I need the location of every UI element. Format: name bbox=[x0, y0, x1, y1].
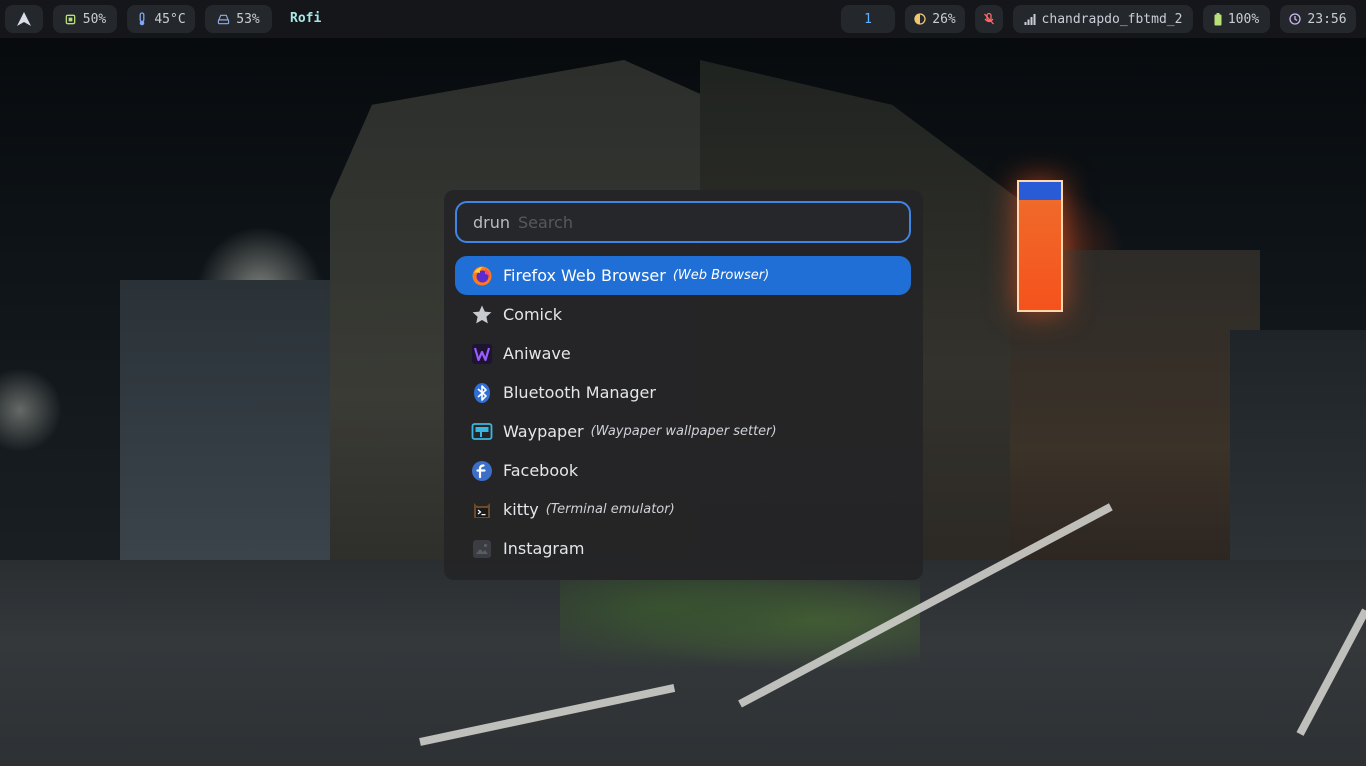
microphone-muted-icon bbox=[983, 12, 995, 26]
workspace-indicator[interactable]: 1 bbox=[841, 5, 895, 33]
wallpaper-building bbox=[1230, 330, 1366, 560]
brightness-value: 26% bbox=[932, 11, 956, 27]
star-icon bbox=[471, 304, 493, 326]
app-item-facebook[interactable]: Facebook bbox=[455, 451, 911, 490]
brightness-icon bbox=[914, 13, 926, 25]
fedora-icon bbox=[471, 460, 493, 482]
app-item-label: Waypaper bbox=[503, 422, 584, 441]
app-item-description: (Terminal emulator) bbox=[545, 502, 675, 517]
temperature-value: 45°C bbox=[154, 11, 186, 27]
battery-full-icon bbox=[1214, 12, 1222, 26]
arch-logo-icon bbox=[16, 11, 32, 27]
search-input[interactable] bbox=[518, 212, 909, 232]
wallpaper-neon-sign bbox=[1017, 180, 1063, 312]
app-item-label: Comick bbox=[503, 305, 563, 324]
temperature-widget[interactable]: 45°C bbox=[127, 5, 195, 33]
signal-bars-icon bbox=[1024, 13, 1036, 25]
app-list: Firefox Web Browser (Web Browser) Comick… bbox=[455, 256, 911, 568]
clock-icon bbox=[1289, 13, 1302, 25]
disk-usage: 53% bbox=[236, 11, 260, 27]
search-bar[interactable]: drun bbox=[455, 201, 911, 243]
waypaper-icon bbox=[471, 421, 493, 443]
launcher-button[interactable] bbox=[5, 5, 43, 33]
app-item-label: Instagram bbox=[503, 539, 585, 558]
harddisk-icon bbox=[217, 13, 230, 25]
mic-widget[interactable] bbox=[975, 5, 1003, 33]
app-item-bluetooth-manager[interactable]: Bluetooth Manager bbox=[455, 373, 911, 412]
thermometer-icon bbox=[136, 12, 148, 26]
workspace-number: 1 bbox=[864, 11, 872, 27]
battery-level: 100% bbox=[1227, 11, 1260, 27]
app-item-description: (Web Browser) bbox=[672, 268, 770, 283]
network-name: chandrapdo_fbtmd_2 bbox=[1041, 11, 1183, 27]
cpu-usage: 50% bbox=[82, 11, 107, 27]
app-item-label: Firefox Web Browser bbox=[503, 266, 666, 285]
app-item-label: Facebook bbox=[503, 461, 579, 480]
top-bar: 50% 45°C 53% Rofi 1 26% chandrapdo_fbtmd… bbox=[0, 0, 1366, 38]
firefox-icon bbox=[471, 265, 493, 287]
network-widget[interactable]: chandrapdo_fbtmd_2 bbox=[1013, 5, 1193, 33]
kitty-icon bbox=[471, 499, 493, 521]
cpu-widget[interactable]: 50% bbox=[53, 5, 117, 33]
brightness-widget[interactable]: 26% bbox=[905, 5, 965, 33]
wallpaper-building bbox=[120, 280, 350, 560]
clock-time: 23:56 bbox=[1307, 11, 1347, 27]
battery-widget[interactable]: 100% bbox=[1203, 5, 1270, 33]
app-item-label: Aniwave bbox=[503, 344, 571, 363]
app-item-comick[interactable]: Comick bbox=[455, 295, 911, 334]
mode-label: drun bbox=[473, 212, 511, 232]
disk-widget[interactable]: 53% bbox=[205, 5, 272, 33]
image-icon bbox=[471, 538, 493, 560]
app-item-label: Bluetooth Manager bbox=[503, 383, 656, 402]
active-window-title: Rofi bbox=[290, 11, 322, 26]
clock-widget[interactable]: 23:56 bbox=[1280, 5, 1356, 33]
app-item-waypaper[interactable]: Waypaper (Waypaper wallpaper setter) bbox=[455, 412, 911, 451]
rofi-launcher-window: drun Firefox Web Browser (Web Browser) C… bbox=[444, 190, 923, 580]
app-item-instagram[interactable]: Instagram bbox=[455, 529, 911, 568]
aniwave-icon bbox=[471, 343, 493, 365]
app-item-kitty[interactable]: kitty (Terminal emulator) bbox=[455, 490, 911, 529]
bluetooth-icon bbox=[471, 382, 493, 404]
app-item-aniwave[interactable]: Aniwave bbox=[455, 334, 911, 373]
app-item-label: kitty bbox=[503, 500, 539, 519]
cpu-icon bbox=[64, 13, 77, 26]
app-item-description: (Waypaper wallpaper setter) bbox=[590, 424, 777, 439]
app-item-firefox[interactable]: Firefox Web Browser (Web Browser) bbox=[455, 256, 911, 295]
